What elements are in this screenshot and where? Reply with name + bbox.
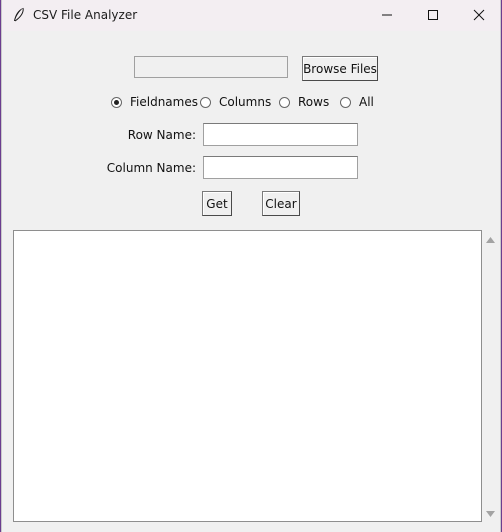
radio-label: All <box>359 95 374 109</box>
radio-rows[interactable]: Rows <box>279 95 329 109</box>
title-bar[interactable]: CSV File Analyzer <box>2 0 500 31</box>
get-button[interactable]: Get <box>202 191 232 216</box>
clear-button[interactable]: Clear <box>262 191 300 216</box>
vertical-scrollbar[interactable] <box>482 230 498 522</box>
maximize-button[interactable] <box>410 0 456 31</box>
output-text-area[interactable] <box>13 230 482 522</box>
radio-label: Rows <box>298 95 330 109</box>
close-button[interactable] <box>456 0 502 31</box>
app-window: CSV File Analyzer Browse Files Fieldname… <box>1 0 501 532</box>
radio-fieldnames[interactable]: Fieldnames <box>111 95 198 109</box>
radio-indicator <box>200 96 211 108</box>
window-title: CSV File Analyzer <box>33 8 138 22</box>
radio-label: Columns <box>219 95 272 109</box>
radio-indicator <box>340 96 351 108</box>
row-name-label: Row Name: <box>127 128 196 142</box>
radio-all[interactable]: All <box>340 95 374 109</box>
radio-label: Fieldnames <box>130 95 198 109</box>
minimize-icon <box>381 6 393 25</box>
radio-indicator <box>279 96 290 108</box>
scroll-down-arrow-icon[interactable] <box>482 506 498 522</box>
browse-files-button[interactable]: Browse Files <box>302 56 378 81</box>
maximize-icon <box>427 6 439 25</box>
close-icon <box>473 6 485 25</box>
row-name-input[interactable] <box>203 123 358 146</box>
radio-selected-indicator <box>111 96 122 108</box>
radio-columns[interactable]: Columns <box>200 95 271 109</box>
window-bottom-edge <box>2 522 500 532</box>
scroll-up-arrow-icon[interactable] <box>482 232 498 248</box>
column-name-label: Column Name: <box>106 161 196 175</box>
file-path-field[interactable] <box>134 56 288 78</box>
feather-icon <box>12 7 26 23</box>
column-name-input[interactable] <box>203 156 358 179</box>
minimize-button[interactable] <box>364 0 410 31</box>
